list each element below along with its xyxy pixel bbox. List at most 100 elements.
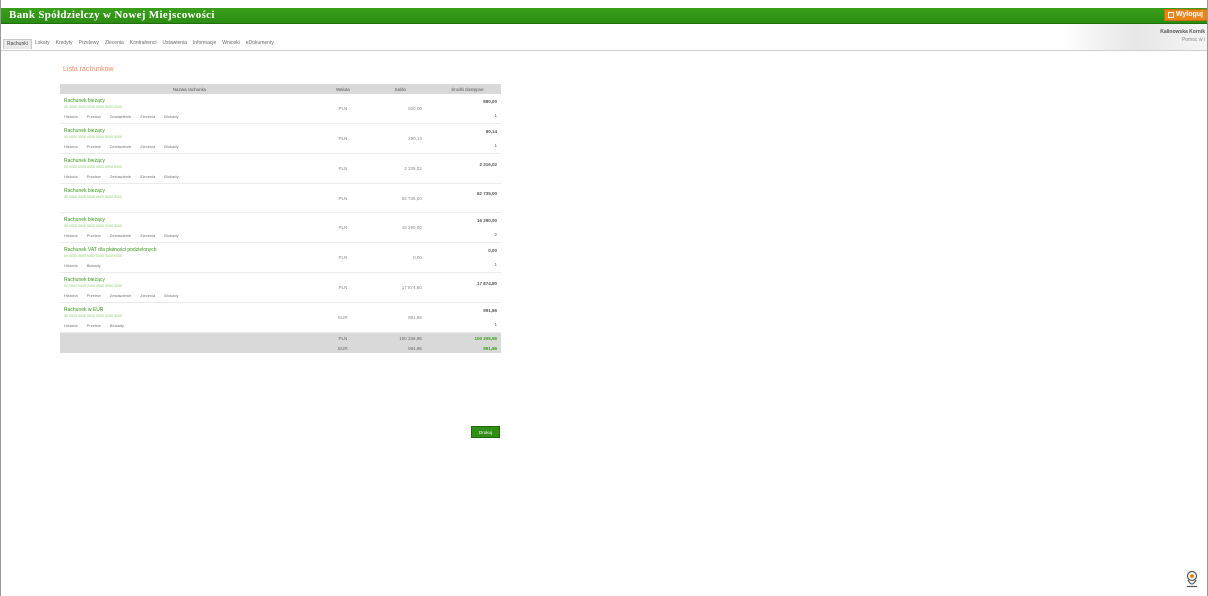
nav-item-0[interactable]: Rachunki bbox=[3, 39, 32, 49]
help-person-icon[interactable] bbox=[1185, 570, 1199, 588]
account-link-zestawienie[interactable]: Zestawienie bbox=[110, 233, 131, 238]
account-item-count[interactable]: 2 bbox=[438, 232, 497, 237]
account-link-zestawienie[interactable]: Zestawienie bbox=[110, 144, 131, 149]
account-link-zestawienie[interactable]: Zestawienie bbox=[110, 174, 131, 179]
nav-item-3[interactable]: Przelewy bbox=[76, 39, 102, 48]
nav-item-8[interactable]: Wnioski bbox=[219, 39, 243, 48]
nav-item-1[interactable]: Lokaty bbox=[32, 39, 53, 48]
account-number: 00 0000 0000 0000 0000 0000 0000 bbox=[64, 284, 122, 288]
totals-balance: 100 336,96 bbox=[366, 332, 434, 343]
account-name-cell: Rachunek bieżący 00 0000 0000 0000 0000 0… bbox=[60, 94, 320, 124]
account-row: Rachunek w EUR 00 0000 0000 0000 0000 000… bbox=[60, 302, 501, 333]
account-action-links: Historia Blokady bbox=[64, 263, 315, 268]
account-link-historia[interactable]: Historia bbox=[64, 293, 78, 298]
logout-label: Wyloguj bbox=[1175, 11, 1203, 18]
account-action-links: Historia Przelew Zestawienie Zlecenia Blokad… bbox=[64, 144, 315, 149]
account-name-link[interactable]: Rachunek bieżący bbox=[64, 188, 315, 194]
account-available: 2 316,02 bbox=[479, 161, 497, 167]
column-header-currency: Waluta bbox=[319, 84, 367, 94]
account-link-przelew[interactable]: Przelew bbox=[87, 233, 101, 238]
account-row: Rachunek bieżący 00 0000 0000 0000 0000 0… bbox=[60, 123, 501, 154]
account-name-cell: Rachunek w EUR 00 0000 0000 0000 0000 000… bbox=[60, 302, 320, 333]
account-link-przelew[interactable]: Przelew bbox=[87, 144, 101, 149]
account-link-zlecenia[interactable]: Zlecenia bbox=[140, 114, 155, 119]
accounts-body: Rachunek bieżący 00 0000 0000 0000 0000 0… bbox=[60, 94, 501, 353]
account-link-blokady[interactable]: Blokady bbox=[164, 233, 178, 238]
account-item-count[interactable]: 1 bbox=[438, 113, 497, 118]
user-name[interactable]: Kalinowska Kornik bbox=[1160, 28, 1205, 36]
account-action-links: Historia Przelew Blokady bbox=[64, 323, 315, 328]
totals-currency: EUR bbox=[319, 343, 367, 353]
account-number: 00 0000 0000 0000 0000 0000 0000 bbox=[64, 135, 122, 139]
nav-item-4[interactable]: Zlecenia bbox=[102, 39, 127, 48]
account-item-count[interactable]: 1 bbox=[438, 143, 497, 148]
totals-spacer bbox=[60, 343, 320, 353]
account-link-historia[interactable]: Historia bbox=[64, 114, 78, 119]
account-link-zlecenia[interactable]: Zlecenia bbox=[140, 233, 155, 238]
account-available: 90,14 bbox=[485, 129, 497, 134]
account-link-zlecenia[interactable]: Zlecenia bbox=[140, 144, 155, 149]
column-header-balance: Saldo bbox=[366, 84, 434, 94]
top-banner: Bank Spółdzielczy w Nowej Miejscowości W… bbox=[1, 8, 1207, 24]
nav-item-6[interactable]: Ustawienia bbox=[159, 39, 189, 48]
account-balance: 17 874,80 bbox=[366, 272, 434, 303]
page-title: Lista rachunków bbox=[63, 66, 114, 73]
account-link-blokady[interactable]: Blokady bbox=[110, 323, 124, 328]
nav-item-5[interactable]: Kontrahenci bbox=[127, 39, 160, 48]
account-name-cell: Rachunek bieżący 00 0000 0000 0000 0000 0… bbox=[60, 183, 320, 213]
account-available-cell: 17 874,80 bbox=[433, 272, 501, 303]
account-link-przelew[interactable]: Przelew bbox=[87, 293, 101, 298]
account-available: 16 290,00 bbox=[476, 218, 497, 223]
account-balance: 920,00 bbox=[366, 94, 434, 124]
account-link-blokady[interactable]: Blokady bbox=[87, 263, 101, 268]
account-link-zlecenia[interactable]: Zlecenia bbox=[140, 174, 155, 179]
account-link-zestawienie[interactable]: Zestawienie bbox=[110, 293, 131, 298]
account-currency: PLN bbox=[319, 183, 367, 213]
account-link-zlecenia[interactable]: Zlecenia bbox=[140, 293, 155, 298]
nav-item-2[interactable]: Kredyty bbox=[53, 39, 76, 48]
print-button[interactable]: Drukuj bbox=[471, 426, 500, 438]
account-available: 991,86 bbox=[483, 308, 497, 313]
bank-title: Bank Spółdzielczy w Nowej Miejscowości bbox=[9, 9, 215, 21]
page: Bank Spółdzielczy w Nowej Miejscowości W… bbox=[0, 0, 1208, 596]
account-link-blokady[interactable]: Blokady bbox=[164, 174, 178, 179]
account-name-link[interactable]: Rachunek bieżący bbox=[64, 158, 315, 164]
account-action-links: Historia Przelew Zestawienie Zlecenia Blokad… bbox=[64, 174, 315, 179]
totals-row: PLN 100 336,96 100 205,96 bbox=[60, 332, 501, 343]
account-name-link[interactable]: Rachunek bieżący bbox=[64, 277, 315, 283]
account-item-count[interactable]: 1 bbox=[438, 322, 497, 327]
totals-spacer bbox=[60, 332, 320, 343]
account-action-links: Historia Przelew Zestawienie Zlecenia Blokad… bbox=[64, 293, 315, 298]
account-link-przelew[interactable]: Przelew bbox=[87, 323, 101, 328]
account-link-blokady[interactable]: Blokady bbox=[164, 114, 178, 119]
account-link-historia[interactable]: Historia bbox=[64, 233, 78, 238]
account-link-blokady[interactable]: Blokady bbox=[164, 293, 178, 298]
account-name-link[interactable]: Rachunek bieżący bbox=[64, 217, 315, 223]
user-subtitle[interactable]: Pomoc w i bbox=[1160, 36, 1205, 44]
account-link-historia[interactable]: Historia bbox=[64, 174, 78, 179]
account-available-cell: 880,00 1 bbox=[433, 94, 501, 124]
account-link-zestawienie[interactable]: Zestawienie bbox=[110, 114, 131, 119]
account-balance: 16 290,00 bbox=[366, 212, 434, 243]
account-link-historia[interactable]: Historia bbox=[64, 144, 78, 149]
account-name-cell: Rachunek bieżący 00 0000 0000 0000 0000 0… bbox=[60, 153, 320, 184]
power-icon bbox=[1167, 12, 1174, 18]
column-header-available: Środki dostępne bbox=[433, 84, 501, 94]
nav-item-9[interactable]: eDokumenty bbox=[243, 39, 277, 48]
account-link-historia[interactable]: Historia bbox=[64, 323, 78, 328]
account-name-link[interactable]: Rachunek w EUR bbox=[64, 307, 315, 313]
account-row: Rachunek bieżący 00 0000 0000 0000 0000 0… bbox=[60, 212, 501, 243]
account-item-count[interactable]: 1 bbox=[438, 262, 497, 267]
account-name-link[interactable]: Rachunek bieżący bbox=[64, 128, 315, 134]
account-name-link[interactable]: Rachunek VAT dla płatności podzielonych bbox=[64, 247, 315, 253]
account-name-link[interactable]: Rachunek bieżący bbox=[64, 98, 315, 104]
accounts-table: Nazwa rachunku Waluta Saldo Środki dostę… bbox=[60, 84, 501, 353]
account-link-historia[interactable]: Historia bbox=[64, 263, 78, 268]
account-number: 00 0000 0000 0000 0000 0000 0000 bbox=[64, 254, 122, 258]
account-link-blokady[interactable]: Blokady bbox=[164, 144, 178, 149]
nav-item-7[interactable]: Informacje bbox=[190, 39, 219, 48]
account-link-przelew[interactable]: Przelew bbox=[87, 174, 101, 179]
account-name-cell: Rachunek VAT dla płatności podzielonych 0… bbox=[60, 242, 320, 273]
logout-button[interactable]: Wyloguj bbox=[1163, 9, 1207, 21]
account-link-przelew[interactable]: Przelew bbox=[87, 114, 101, 119]
